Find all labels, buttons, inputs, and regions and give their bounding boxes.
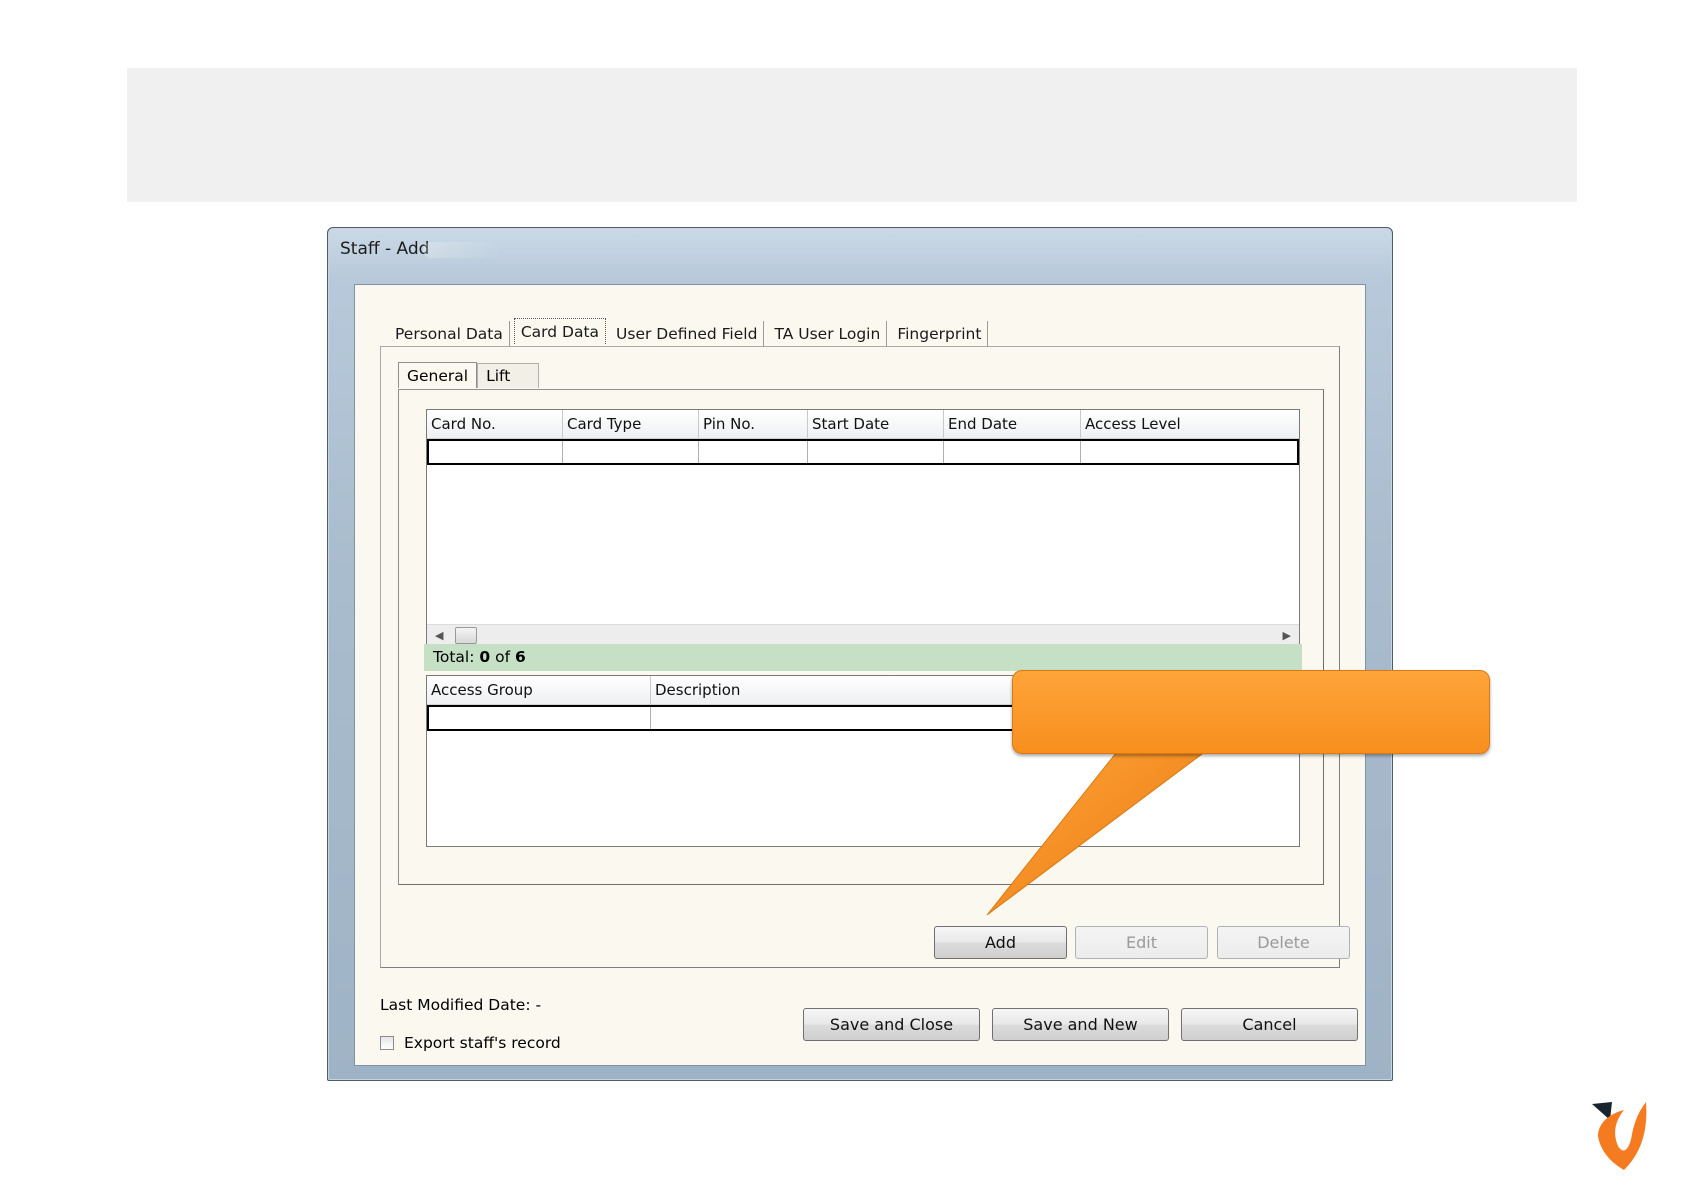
card-grid-header: Card No. Card Type Pin No. Start Date En…: [427, 410, 1299, 439]
general-panel: Card No. Card Type Pin No. Start Date En…: [398, 389, 1324, 885]
column-header-card-type[interactable]: Card Type: [563, 410, 699, 438]
last-modified-date: Last Modified Date: -: [380, 996, 542, 1014]
scroll-left-icon[interactable]: ◀: [435, 629, 443, 642]
tab-ta-user-login[interactable]: TA User Login: [768, 321, 888, 346]
main-tabs: Personal Data Card Data User Defined Fie…: [389, 318, 992, 346]
column-header-access-level[interactable]: Access Level: [1081, 410, 1299, 438]
column-header-start-date[interactable]: Start Date: [808, 410, 944, 438]
card-data-panel: General Lift Card No. Card Type Pin No. …: [380, 346, 1350, 968]
table-cell[interactable]: [699, 441, 808, 463]
column-header-pin-no[interactable]: Pin No.: [699, 410, 808, 438]
export-checkbox[interactable]: [380, 1036, 394, 1050]
tab-user-defined-field[interactable]: User Defined Field: [610, 321, 765, 346]
table-cell[interactable]: [563, 441, 699, 463]
staff-add-window: Staff - Add Personal Data Card Data User…: [327, 227, 1393, 1081]
tab-fingerprint[interactable]: Fingerprint: [891, 321, 989, 346]
horizontal-scrollbar[interactable]: ◀ ▶: [427, 624, 1299, 644]
total-of: of: [495, 648, 511, 666]
column-header-access-group[interactable]: Access Group: [427, 676, 651, 704]
total-prefix: Total:: [433, 648, 475, 666]
sub-tabs: General Lift: [398, 362, 540, 388]
total-count: 6: [514, 648, 526, 666]
slide-banner: [127, 68, 1577, 202]
window-title: Staff - Add: [340, 239, 430, 259]
edit-button[interactable]: Edit: [1075, 926, 1208, 959]
cancel-button[interactable]: Cancel: [1181, 1008, 1358, 1041]
subtab-lift[interactable]: Lift: [477, 363, 540, 388]
column-header-end-date[interactable]: End Date: [944, 410, 1081, 438]
subtab-general[interactable]: General: [398, 362, 478, 388]
total-shown: 0: [479, 648, 491, 666]
scroll-thumb[interactable]: [455, 627, 477, 644]
tab-card-data[interactable]: Card Data: [513, 318, 607, 344]
callout-bubble: [1012, 670, 1490, 754]
total-bar: Total: 0 of 6: [424, 644, 1302, 671]
card-grid[interactable]: Card No. Card Type Pin No. Start Date En…: [426, 409, 1300, 645]
save-and-new-button[interactable]: Save and New: [992, 1008, 1169, 1041]
table-cell[interactable]: [1081, 441, 1295, 463]
tab-personal-data[interactable]: Personal Data: [389, 321, 510, 346]
add-button[interactable]: Add: [934, 926, 1067, 959]
table-cell[interactable]: [429, 707, 651, 729]
table-cell[interactable]: [808, 441, 944, 463]
brand-logo-icon: [1592, 1102, 1647, 1170]
save-and-close-button[interactable]: Save and Close: [803, 1008, 980, 1041]
table-cell[interactable]: [944, 441, 1081, 463]
scroll-right-icon[interactable]: ▶: [1283, 629, 1291, 642]
table-cell[interactable]: [429, 441, 563, 463]
delete-button[interactable]: Delete: [1217, 926, 1350, 959]
column-header-card-no[interactable]: Card No.: [427, 410, 563, 438]
table-row[interactable]: [427, 439, 1299, 465]
window-title-glare: [423, 242, 503, 258]
export-label[interactable]: Export staff's record: [404, 1034, 561, 1052]
export-record-option[interactable]: Export staff's record: [380, 1034, 561, 1052]
